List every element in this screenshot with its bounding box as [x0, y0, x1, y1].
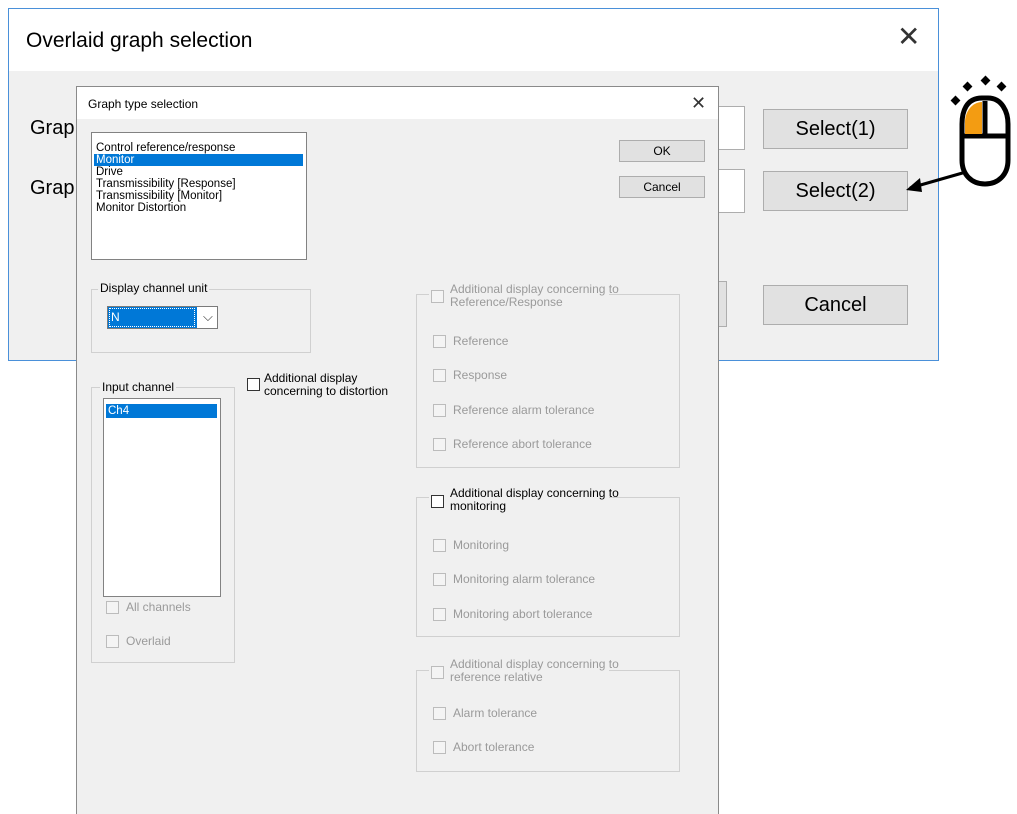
- graph-type-selection-dialog: Graph type selection ✕ Control reference…: [76, 86, 719, 814]
- monitoring-title-line2: monitoring: [450, 499, 507, 513]
- overlaid-label: Overlaid: [126, 634, 171, 648]
- graph1-label: Grap: [30, 117, 75, 139]
- ok-button[interactable]: OK: [619, 140, 705, 162]
- dialog-title: Overlaid graph selection: [26, 29, 253, 52]
- close-icon[interactable]: ✕: [691, 93, 706, 114]
- distortion-label-line2: concerning to distortion: [264, 384, 389, 398]
- dialog-title: Graph type selection: [88, 97, 199, 111]
- alarm-tolerance-label: Alarm tolerance: [453, 706, 538, 720]
- monitoring-alarm-checkbox[interactable]: [433, 573, 446, 586]
- cancel-button[interactable]: Cancel: [619, 176, 705, 198]
- close-icon[interactable]: ✕: [897, 23, 920, 51]
- ref-alarm-checkbox[interactable]: [433, 404, 446, 417]
- abort-tolerance-checkbox[interactable]: [433, 741, 446, 754]
- ref-response-title-line2: Reference/Response: [450, 295, 563, 309]
- input-channel-title: Input channel: [100, 380, 177, 394]
- ref-abort-checkbox[interactable]: [433, 438, 446, 451]
- monitoring-label: Monitoring: [453, 538, 510, 552]
- ref-abort-label: Reference abort tolerance: [453, 437, 592, 451]
- ref-response-checkbox[interactable]: [431, 290, 444, 303]
- monitoring-group-checkbox[interactable]: [431, 495, 444, 508]
- graph2-label: Grap: [30, 177, 75, 199]
- list-item[interactable]: Control reference/response: [94, 142, 235, 154]
- monitoring-alarm-label: Monitoring alarm tolerance: [453, 572, 596, 586]
- dialog-title-bar: Overlaid graph selection ✕: [9, 9, 938, 71]
- ref-alarm-label: Reference alarm tolerance: [453, 403, 595, 417]
- ref-relative-title-line2: reference relative: [450, 670, 543, 684]
- reference-label: Reference: [453, 334, 509, 348]
- overlaid-checkbox[interactable]: [106, 635, 119, 648]
- input-channel-list[interactable]: Ch4: [103, 398, 221, 597]
- mouse-click-icon: [906, 75, 1011, 192]
- dialog-title-bar: Graph type selection ✕: [77, 87, 718, 119]
- all-channels-checkbox[interactable]: [106, 601, 119, 614]
- list-item[interactable]: Transmissibility [Response]: [94, 178, 236, 190]
- unit-dropdown[interactable]: N ⌵: [107, 306, 218, 329]
- list-item[interactable]: Transmissibility [Monitor]: [94, 190, 222, 202]
- list-item[interactable]: Drive: [94, 166, 123, 178]
- list-item-selected[interactable]: Ch4: [106, 404, 217, 418]
- chevron-down-icon[interactable]: ⌵: [203, 309, 213, 325]
- response-checkbox[interactable]: [433, 369, 446, 382]
- alarm-tolerance-checkbox[interactable]: [433, 707, 446, 720]
- all-channels-label: All channels: [126, 600, 191, 614]
- distortion-checkbox[interactable]: [247, 378, 260, 391]
- monitoring-abort-checkbox[interactable]: [433, 608, 446, 621]
- graph-type-list[interactable]: Control reference/response Monitor Drive…: [91, 132, 307, 260]
- reference-checkbox[interactable]: [433, 335, 446, 348]
- display-unit-title: Display channel unit: [98, 281, 210, 295]
- list-item-selected[interactable]: Monitor: [94, 154, 303, 166]
- cancel-button[interactable]: Cancel: [763, 285, 908, 325]
- abort-tolerance-label: Abort tolerance: [453, 740, 535, 754]
- monitoring-abort-label: Monitoring abort tolerance: [453, 607, 593, 621]
- ref-relative-checkbox[interactable]: [431, 666, 444, 679]
- list-item[interactable]: Monitor Distortion: [94, 202, 186, 214]
- unit-value: N: [111, 310, 120, 324]
- monitoring-checkbox[interactable]: [433, 539, 446, 552]
- response-label: Response: [453, 368, 508, 382]
